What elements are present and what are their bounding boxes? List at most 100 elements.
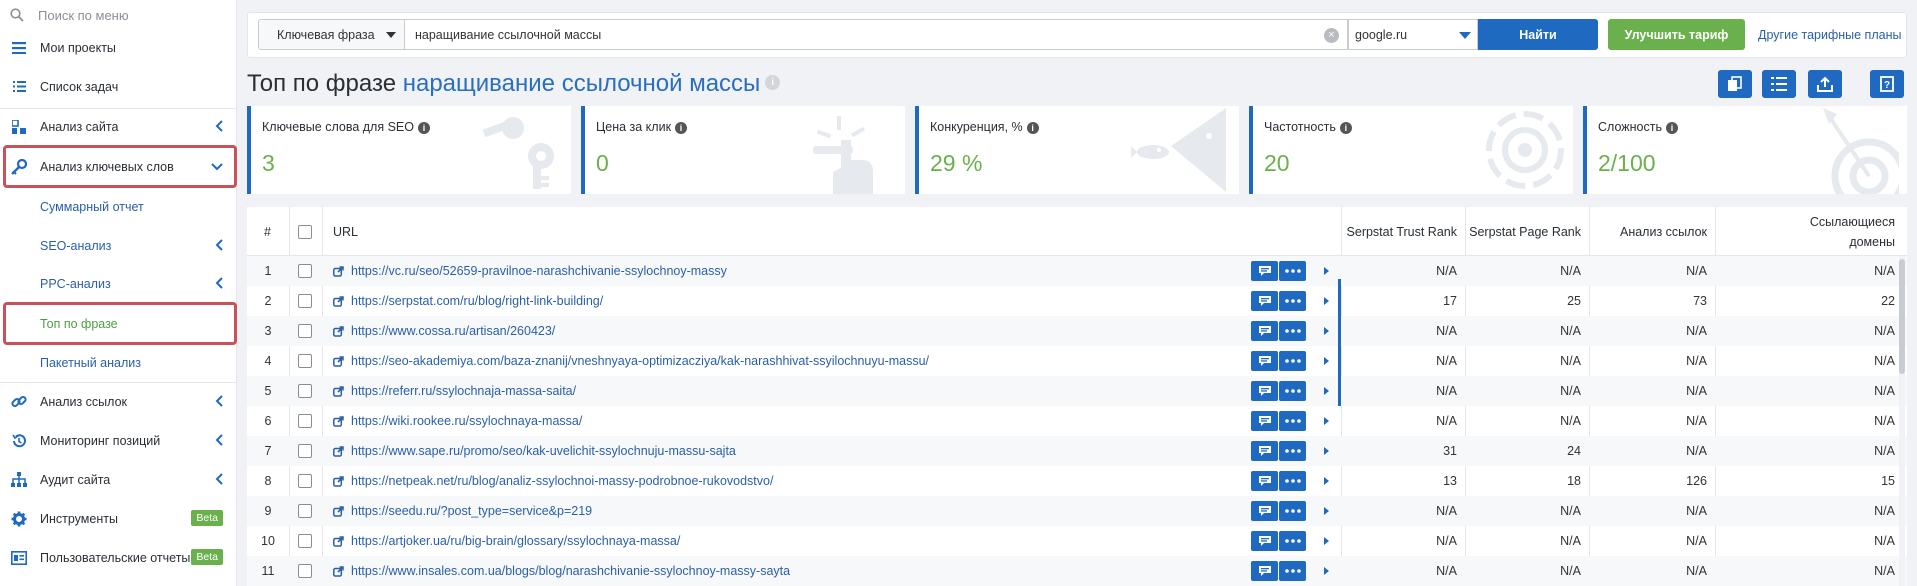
upgrade-button[interactable]: Улучшить тариф — [1608, 19, 1745, 50]
more-actions-button[interactable] — [1279, 501, 1306, 521]
sidebar-sub-batch[interactable]: Пакетный анализ — [0, 343, 237, 382]
expand-arrow-icon[interactable] — [1324, 537, 1329, 545]
expand-arrow-icon[interactable] — [1324, 507, 1329, 515]
row-url-link[interactable]: https://seo-akademiya.com/baza-znanij/vn… — [333, 354, 929, 368]
sidebar-item-link-analysis[interactable]: Анализ ссылок — [0, 382, 237, 421]
more-actions-button[interactable] — [1279, 411, 1306, 431]
header-referring-domains[interactable]: Ссылающиеся домены — [1715, 207, 1895, 256]
row-url-link[interactable]: https://serpstat.com/ru/blog/right-link-… — [333, 294, 603, 308]
menu-search[interactable]: Поиск по меню — [0, 0, 236, 30]
info-icon[interactable]: i — [675, 121, 688, 134]
clear-icon[interactable]: × — [1324, 28, 1339, 43]
comment-button[interactable] — [1251, 561, 1278, 581]
header-url[interactable]: URL — [333, 207, 358, 256]
more-actions-button[interactable] — [1279, 531, 1306, 551]
comment-button[interactable] — [1251, 501, 1278, 521]
more-actions-button[interactable] — [1279, 561, 1306, 581]
export-button[interactable] — [1808, 70, 1842, 98]
info-icon[interactable]: i — [1026, 121, 1039, 134]
header-page-rank[interactable]: Serpstat Page Rank — [1465, 207, 1581, 256]
expand-arrow-icon[interactable] — [1324, 567, 1329, 575]
sidebar-sub-summary[interactable]: Суммарный отчет — [0, 187, 237, 226]
row-checkbox[interactable] — [298, 264, 312, 278]
expand-arrow-icon[interactable] — [1324, 357, 1329, 365]
row-checkbox[interactable] — [298, 444, 312, 458]
header-trust-rank[interactable]: Serpstat Trust Rank — [1341, 207, 1457, 256]
comment-button[interactable] — [1251, 291, 1278, 311]
comment-button[interactable] — [1251, 381, 1278, 401]
row-checkbox[interactable] — [298, 564, 312, 578]
more-actions-button[interactable] — [1279, 261, 1306, 281]
row-url-link[interactable]: https://artjoker.ua/ru/big-brain/glossar… — [333, 534, 680, 548]
sidebar-item-keyword-analysis[interactable]: Анализ ключевых слов — [0, 147, 237, 186]
sidebar-item-position-monitoring[interactable]: Мониторинг позиций — [0, 421, 237, 460]
expand-arrow-icon[interactable] — [1324, 267, 1329, 275]
results-table: # URL Serpstat Trust Rank Serpstat Page … — [247, 207, 1907, 586]
row-url-link[interactable]: https://www.cossa.ru/artisan/260423/ — [333, 324, 555, 338]
sidebar-item-projects[interactable]: Мои проекты — [0, 28, 237, 67]
expand-arrow-icon[interactable] — [1324, 417, 1329, 425]
help-button[interactable]: ? — [1870, 70, 1904, 98]
header-link-analysis[interactable]: Анализ ссылок — [1589, 207, 1707, 256]
expand-arrow-icon[interactable] — [1324, 327, 1329, 335]
row-checkbox[interactable] — [298, 354, 312, 368]
row-checkbox[interactable] — [298, 384, 312, 398]
row-url-link[interactable]: https://wiki.rookee.ru/ssylochnaya-massa… — [333, 414, 582, 428]
sidebar-item-tasks[interactable]: Список задач — [0, 67, 237, 106]
sidebar-item-tools[interactable]: Инструменты Beta — [0, 499, 237, 538]
sidebar-sub-ppc[interactable]: PPC-анализ — [0, 264, 237, 303]
row-url-link[interactable]: https://www.insales.com.ua/blogs/blog/na… — [333, 564, 790, 578]
row-checkbox[interactable] — [298, 294, 312, 308]
row-url-link[interactable]: https://www.sape.ru/promo/seo/kak-uvelic… — [333, 444, 736, 458]
more-actions-button[interactable] — [1279, 291, 1306, 311]
expand-arrow-icon[interactable] — [1324, 447, 1329, 455]
table-row: 3 https://www.cossa.ru/artisan/260423/N/A… — [247, 316, 1907, 346]
row-url-cell: https://seo-akademiya.com/baza-znanij/vn… — [333, 346, 929, 376]
row-url-link[interactable]: https://netpeak.net/ru/blog/analiz-ssylo… — [333, 474, 773, 488]
search-engine-select[interactable]: google.ru — [1348, 19, 1478, 50]
row-num: 6 — [264, 414, 272, 428]
more-actions-button[interactable] — [1279, 471, 1306, 491]
comment-button[interactable] — [1251, 441, 1278, 461]
other-plans-link[interactable]: Другие тарифные планы — [1758, 28, 1901, 42]
more-actions-button[interactable] — [1279, 351, 1306, 371]
more-actions-button[interactable] — [1279, 441, 1306, 461]
row-url-link[interactable]: https://vc.ru/seo/52659-pravilnoe-narash… — [333, 264, 727, 278]
row-checkbox[interactable] — [298, 474, 312, 488]
comment-button[interactable] — [1251, 351, 1278, 371]
expand-arrow-icon[interactable] — [1324, 477, 1329, 485]
more-actions-button[interactable] — [1279, 321, 1306, 341]
expand-arrow-icon[interactable] — [1324, 387, 1329, 395]
info-icon[interactable]: i — [765, 75, 781, 91]
sidebar-item-custom-reports[interactable]: Пользовательские отчеты Beta — [0, 538, 237, 577]
row-checkbox[interactable] — [298, 414, 312, 428]
copy-button[interactable] — [1718, 70, 1752, 98]
search-type-select[interactable]: Ключевая фраза — [258, 19, 405, 50]
sidebar-sub-label: Пакетный анализ — [40, 355, 141, 370]
comment-button[interactable] — [1251, 531, 1278, 551]
row-checkbox[interactable] — [298, 534, 312, 548]
more-actions-button[interactable] — [1279, 381, 1306, 401]
scrollbar-thumb[interactable] — [1899, 259, 1905, 374]
sidebar-item-site-audit[interactable]: Аудит сайта — [0, 460, 237, 499]
select-all-checkbox[interactable] — [298, 224, 312, 239]
info-icon[interactable]: i — [1339, 121, 1352, 134]
row-checkbox[interactable] — [298, 504, 312, 518]
query-input[interactable]: наращивание ссылочной массы × — [405, 19, 1348, 50]
expand-arrow-icon[interactable] — [1324, 297, 1329, 305]
columns-button[interactable] — [1762, 70, 1796, 98]
comment-button[interactable] — [1251, 411, 1278, 431]
sidebar-sub-seo[interactable]: SEO-анализ — [0, 226, 237, 265]
comment-button[interactable] — [1251, 321, 1278, 341]
find-button[interactable]: Найти — [1478, 19, 1598, 50]
comment-button[interactable] — [1251, 261, 1278, 281]
sidebar-sub-top-by-phrase[interactable]: Топ по фразе — [0, 304, 237, 343]
info-icon[interactable]: i — [1665, 121, 1678, 134]
comment-button[interactable] — [1251, 471, 1278, 491]
sidebar-item-site-analysis[interactable]: Анализ сайта — [0, 107, 237, 146]
row-url-link[interactable]: https://referr.ru/ssylochnaja-massa-sait… — [333, 384, 576, 398]
row-checkbox[interactable] — [298, 324, 312, 338]
row-url-link[interactable]: https://seedu.ru/?post_type=service&p=21… — [333, 504, 592, 518]
card-label-text: Цена за клик — [596, 120, 672, 134]
info-icon[interactable]: i — [417, 121, 430, 134]
